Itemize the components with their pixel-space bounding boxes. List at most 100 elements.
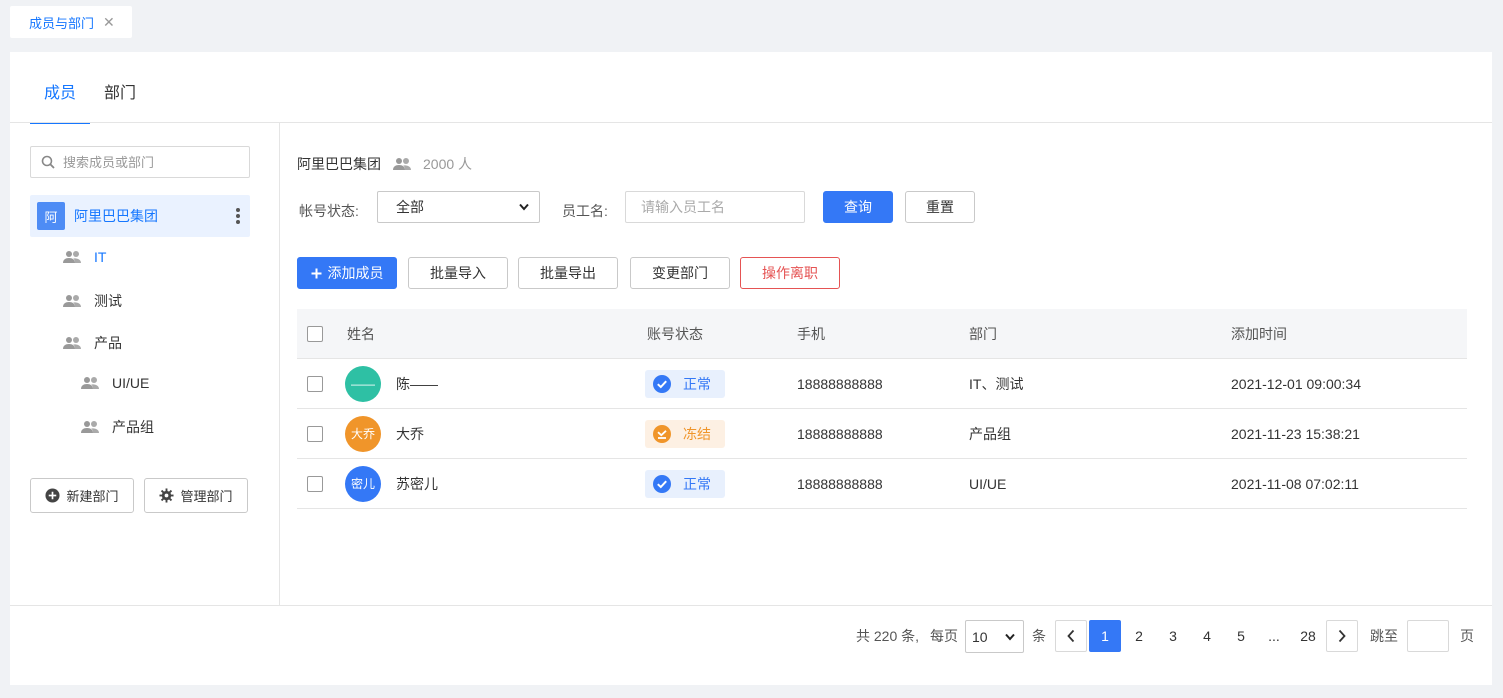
batch-export-button[interactable]: 批量导出 bbox=[518, 257, 618, 289]
gear-icon bbox=[159, 488, 175, 503]
check-circle-icon bbox=[653, 374, 671, 393]
org-header: 阿里巴巴集团 2000 人 bbox=[297, 154, 472, 174]
added-time: 2021-11-08 07:02:11 bbox=[1231, 475, 1359, 492]
row-checkbox[interactable] bbox=[307, 375, 323, 392]
reset-button[interactable]: 重置 bbox=[905, 191, 975, 223]
page-1[interactable]: 1 bbox=[1089, 620, 1121, 652]
page-unit: 页 bbox=[1460, 628, 1474, 644]
chevron-left-icon bbox=[1067, 629, 1075, 643]
more-vertical-icon[interactable] bbox=[236, 208, 240, 226]
member-count: 2000 人 bbox=[423, 156, 473, 172]
footer-divider bbox=[10, 605, 1492, 606]
name-filter-label: 员工名: bbox=[562, 203, 608, 219]
batch-import-button[interactable]: 批量导入 bbox=[408, 257, 508, 289]
check-circle-icon bbox=[653, 474, 671, 493]
page-3[interactable]: 3 bbox=[1157, 620, 1189, 652]
sidebar-item-product-group[interactable]: 产品组 bbox=[80, 417, 154, 437]
page-4[interactable]: 4 bbox=[1191, 620, 1223, 652]
page-5[interactable]: 5 bbox=[1225, 620, 1257, 652]
status-filter-label: 帐号状态: bbox=[299, 203, 359, 219]
member-name: 大乔 bbox=[396, 425, 424, 442]
sidebar-item-label: UI/UE bbox=[112, 375, 150, 391]
org-name: 阿里巴巴集团 bbox=[74, 208, 158, 224]
chevron-right-icon bbox=[1338, 629, 1346, 643]
main-tabs: 成员 部门 bbox=[30, 52, 150, 124]
table-row[interactable]: —— 陈—— 正常 18888888888 IT、测试 2021-12-01 0… bbox=[297, 359, 1467, 409]
new-department-label: 新建部门 bbox=[66, 489, 119, 504]
top-tab-label[interactable]: 成员与部门 bbox=[29, 13, 94, 32]
per-page-label: 每页 bbox=[930, 628, 958, 644]
org-root-item[interactable]: 阿 阿里巴巴集团 bbox=[30, 195, 250, 237]
org-title: 阿里巴巴集团 bbox=[297, 156, 381, 172]
status-text: 正常 bbox=[683, 475, 711, 492]
jump-page-input[interactable] bbox=[1407, 620, 1449, 652]
column-header-department: 部门 bbox=[969, 325, 997, 342]
page-size-value: 10 bbox=[972, 628, 988, 645]
status-select-value: 全部 bbox=[396, 199, 424, 215]
group-icon bbox=[63, 295, 81, 307]
page-2[interactable]: 2 bbox=[1123, 620, 1155, 652]
page-28[interactable]: 28 bbox=[1292, 620, 1324, 652]
column-header-added-time: 添加时间 bbox=[1231, 325, 1287, 342]
plus-circle-icon bbox=[45, 488, 61, 503]
table-row[interactable]: 大乔 大乔 冻结 18888888888 产品组 2021-11-23 15:3… bbox=[297, 409, 1467, 459]
sidebar-item-product[interactable]: 产品 bbox=[62, 333, 122, 353]
sidebar: 阿 阿里巴巴集团 IT 测试 产品 UI/UE 产品组 新建部门 bbox=[10, 123, 280, 605]
group-icon bbox=[63, 337, 81, 349]
tab-departments[interactable]: 部门 bbox=[90, 52, 150, 123]
plus-icon bbox=[311, 268, 321, 278]
table-row[interactable]: 密儿 苏密儿 正常 18888888888 UI/UE 2021-11-08 0… bbox=[297, 459, 1467, 509]
next-page-button[interactable] bbox=[1326, 620, 1358, 652]
status-badge: 正常 bbox=[645, 369, 725, 398]
chevron-down-icon bbox=[1005, 633, 1015, 641]
sidebar-search[interactable] bbox=[30, 146, 250, 178]
sidebar-item-test[interactable]: 测试 bbox=[62, 291, 122, 311]
manage-department-button[interactable]: 管理部门 bbox=[144, 478, 248, 513]
column-header-name: 姓名 bbox=[347, 325, 375, 342]
new-department-button[interactable]: 新建部门 bbox=[30, 478, 134, 513]
manage-department-label: 管理部门 bbox=[180, 489, 233, 504]
row-checkbox[interactable] bbox=[307, 425, 323, 442]
sidebar-item-uiue[interactable]: UI/UE bbox=[80, 375, 149, 391]
avatar: —— bbox=[345, 365, 381, 402]
phone: 18888888888 bbox=[797, 425, 883, 442]
change-department-button[interactable]: 变更部门 bbox=[630, 257, 730, 289]
sidebar-item-it[interactable]: IT bbox=[62, 249, 106, 265]
group-icon bbox=[81, 377, 99, 389]
org-avatar: 阿 bbox=[37, 202, 65, 230]
employee-name-input[interactable] bbox=[625, 191, 805, 223]
group-icon bbox=[81, 421, 99, 433]
search-input[interactable] bbox=[63, 154, 243, 170]
added-time: 2021-12-01 09:00:34 bbox=[1231, 375, 1361, 392]
page-size-select[interactable]: 10 bbox=[965, 620, 1024, 653]
group-icon bbox=[63, 251, 81, 263]
status-badge: 正常 bbox=[645, 469, 725, 498]
group-icon bbox=[393, 158, 411, 170]
tab-members[interactable]: 成员 bbox=[30, 52, 91, 124]
jump-label: 跳至 bbox=[1370, 628, 1398, 644]
close-icon[interactable]: ✕ bbox=[103, 14, 115, 31]
select-all-checkbox[interactable] bbox=[307, 325, 323, 342]
search-icon bbox=[41, 155, 55, 169]
column-header-phone: 手机 bbox=[797, 325, 825, 342]
main-panel: 成员 部门 阿 阿里巴巴集团 IT 测试 产品 UI/UE bbox=[10, 52, 1492, 685]
add-member-label: 添加成员 bbox=[327, 265, 384, 281]
page-ellipsis[interactable]: ... bbox=[1258, 620, 1290, 652]
sidebar-item-label: 产品组 bbox=[112, 419, 154, 435]
status-badge: 冻结 bbox=[645, 419, 725, 448]
table-header: 姓名 账号状态 手机 部门 添加时间 bbox=[297, 309, 1467, 359]
add-member-button[interactable]: 添加成员 bbox=[297, 257, 397, 289]
avatar: 密儿 bbox=[345, 465, 381, 502]
column-header-status: 账号状态 bbox=[647, 325, 703, 342]
department: 产品组 bbox=[969, 425, 1011, 442]
prev-page-button[interactable] bbox=[1055, 620, 1087, 652]
status-text: 正常 bbox=[683, 375, 711, 392]
department: UI/UE bbox=[969, 475, 1007, 492]
members-table: 姓名 账号状态 手机 部门 添加时间 —— 陈—— 正常 18888888888… bbox=[297, 309, 1467, 509]
top-tab[interactable]: 成员与部门 ✕ bbox=[10, 6, 132, 38]
status-select[interactable]: 全部 bbox=[377, 191, 540, 223]
query-button[interactable]: 查询 bbox=[823, 191, 893, 223]
resign-button[interactable]: 操作离职 bbox=[740, 257, 840, 289]
status-text: 冻结 bbox=[683, 425, 711, 442]
row-checkbox[interactable] bbox=[307, 475, 323, 492]
